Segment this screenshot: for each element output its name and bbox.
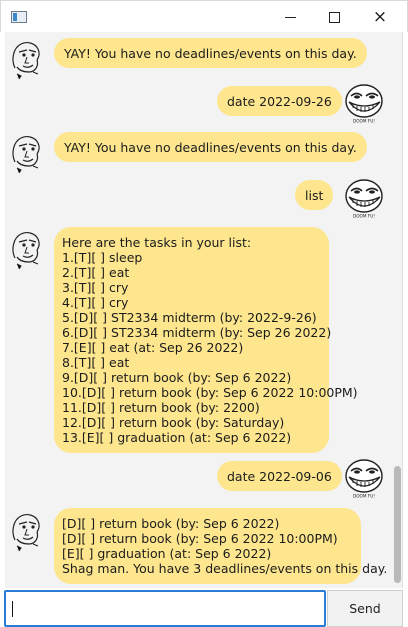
maximize-button[interactable] xyxy=(311,1,357,33)
window-edge xyxy=(402,32,408,588)
message-line: 9.[D][ ] return book (by: Sep 6 2022) xyxy=(62,370,292,385)
maximize-icon xyxy=(328,11,340,23)
avatar-caption: DOOM FU! xyxy=(353,214,375,219)
user-avatar: DOOM FU! xyxy=(343,457,383,499)
message-line: [E][ ] graduation (at: Sep 6 2022) xyxy=(62,546,272,561)
message-line: 13.[E][ ] graduation (at: Sep 6 2022) xyxy=(62,430,292,445)
message-line: Here are the tasks in your list: xyxy=(62,235,252,250)
duke-avatar xyxy=(7,228,47,270)
close-icon: × xyxy=(372,7,388,27)
message-line: [D][ ] return book (by: Sep 6 2022) xyxy=(62,516,280,531)
close-button[interactable]: × xyxy=(357,1,403,33)
chat-scrollbar[interactable] xyxy=(392,32,402,588)
duke-avatar xyxy=(7,510,47,552)
user-avatar: DOOM FU! xyxy=(343,177,383,219)
text-caret xyxy=(12,601,13,617)
window-edge xyxy=(403,588,408,627)
duke-avatar xyxy=(7,132,47,174)
duke-message-bubble: [D][ ] return book (by: Sep 6 2022) [D][… xyxy=(54,508,388,584)
message-line: 6.[D][ ] ST2334 midterm (by: Sep 26 2022… xyxy=(62,325,332,340)
duke-avatar xyxy=(7,38,47,80)
app-icon xyxy=(11,11,27,23)
message-line: Shag man. You have 3 deadlines/events on… xyxy=(62,561,388,576)
message-line: 12.[D][ ] return book (by: Saturday) xyxy=(62,415,285,430)
message-input[interactable] xyxy=(4,590,326,627)
user-message-bubble: list xyxy=(295,180,334,210)
message-line: 11.[D][ ] return book (by: 2200) xyxy=(62,400,260,415)
message-line: 1.[T][ ] sleep xyxy=(62,250,143,265)
avatar-caption: DOOM FU! xyxy=(353,494,375,499)
avatar-caption: DOOM FU! xyxy=(353,119,375,124)
message-text: YAY! You have no deadlines/events on thi… xyxy=(64,45,357,61)
message-line: 5.[D][ ] ST2334 midterm (by: 2022-9-26) xyxy=(62,310,317,325)
scrollbar-thumb[interactable] xyxy=(394,466,401,583)
minimize-icon xyxy=(284,16,296,18)
message-line: 3.[T][ ] cry xyxy=(62,280,129,295)
message-text: date 2022-09-26 xyxy=(227,93,332,109)
user-avatar: DOOM FU! xyxy=(343,82,383,124)
message-line: [D][ ] return book (by: Sep 6 2022 10:00… xyxy=(62,531,338,546)
user-message-bubble: date 2022-09-26 xyxy=(217,86,342,116)
message-line: 8.[T][ ] eat xyxy=(62,355,130,370)
message-text: date 2022-09-06 xyxy=(227,468,332,484)
minimize-button[interactable] xyxy=(267,1,313,33)
send-button-label: Send xyxy=(349,601,381,616)
message-line: 4.[T][ ] cry xyxy=(62,295,129,310)
message-text: list xyxy=(305,187,324,203)
message-line: 2.[T][ ] eat xyxy=(62,265,130,280)
message-line: 10.[D][ ] return book (by: Sep 6 2022 10… xyxy=(62,385,358,400)
send-button[interactable]: Send xyxy=(327,590,403,627)
user-message-bubble: date 2022-09-06 xyxy=(217,461,342,491)
duke-message-bubble: Here are the tasks in your list: 1.[T][ … xyxy=(54,227,358,453)
duke-message-bubble: YAY! You have no deadlines/events on thi… xyxy=(54,132,367,162)
title-bar: × xyxy=(0,0,408,32)
message-text: YAY! You have no deadlines/events on thi… xyxy=(64,139,357,155)
chat-dialog-container[interactable]: YAY! You have no deadlines/events on thi… xyxy=(5,32,402,588)
duke-message-bubble: YAY! You have no deadlines/events on thi… xyxy=(54,38,367,68)
message-line: 7.[E][ ] eat (at: Sep 26 2022) xyxy=(62,340,244,355)
